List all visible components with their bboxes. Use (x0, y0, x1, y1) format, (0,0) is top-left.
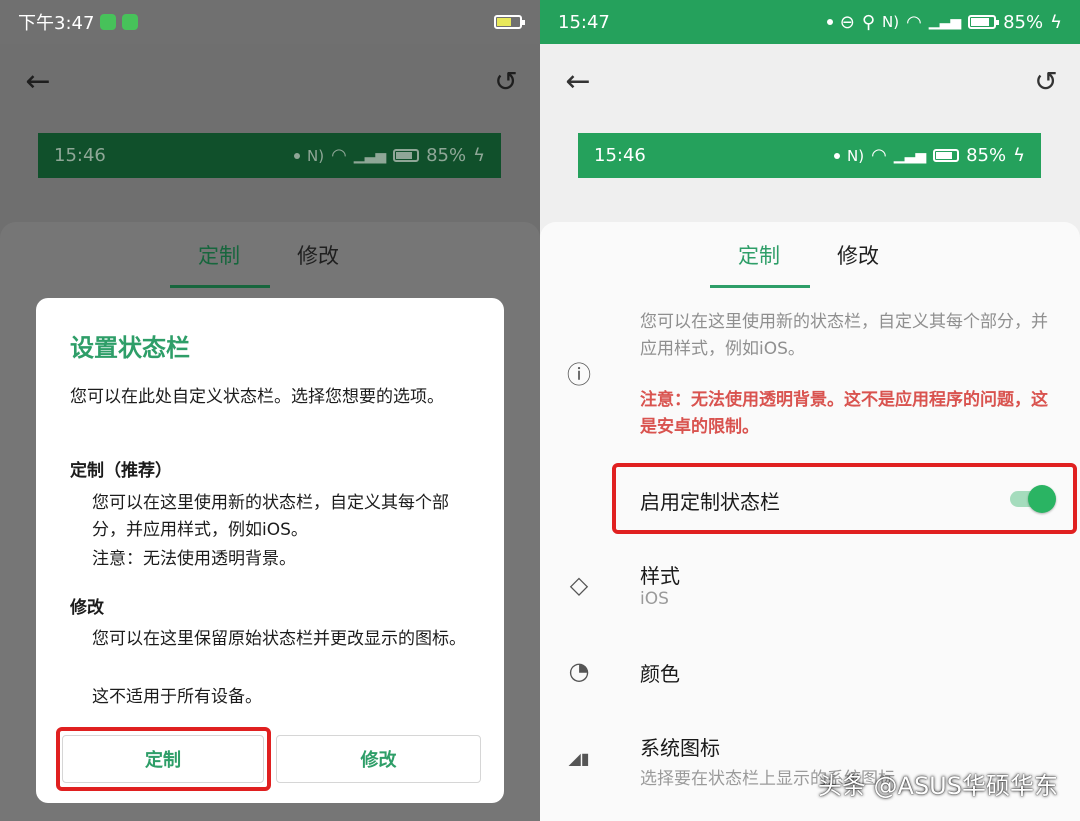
tab-indicator (710, 285, 810, 288)
custom-heading: 定制（推荐） (70, 461, 172, 481)
system-icons-icon: ◢▮ (568, 749, 590, 768)
battery-percent: 85% (1003, 11, 1044, 33)
modify-note: 这不适用于所有设备。 (92, 687, 262, 707)
highlight-box (56, 727, 271, 791)
dot-icon (294, 152, 300, 159)
right-screenshot: 15:47 ⊖ ⚲ N) ◠ ▁▃▅ 85% ϟ ← ↺ 15:46 N) ◠ … (540, 0, 1080, 821)
status-bar-preview: 15:46 N) ◠ ▁▃▅ 85% ϟ (38, 133, 501, 178)
style-label[interactable]: 样式 (640, 560, 680, 589)
info-icon: ⓘ (567, 361, 591, 389)
modify-heading: 修改 (70, 598, 104, 618)
reset-icon[interactable]: ↺ (1028, 64, 1064, 100)
tab-modify[interactable]: 修改 (297, 240, 339, 270)
status-time: 下午3:47 (18, 13, 95, 34)
signal-icon: ▁▃▅ (353, 147, 387, 164)
tab-modify[interactable]: 修改 (837, 240, 879, 270)
notification-icon (122, 14, 139, 30)
charging-icon: ϟ (1013, 145, 1025, 166)
modify-description: 您可以在这里保留原始状态栏并更改显示的图标。 (92, 629, 466, 649)
wifi-icon: ◠ (871, 145, 887, 166)
nfc-icon: N) (847, 146, 865, 165)
status-bar-preview: 15:46 N) ◠ ▁▃▅ 85% ϟ (578, 133, 1041, 178)
dialog-intro: 您可以在此处自定义状态栏。选择您想要的选项。 (70, 387, 444, 407)
modify-button[interactable]: 修改 (276, 735, 481, 783)
system-icons-label[interactable]: 系统图标 (640, 732, 720, 761)
battery-icon (968, 15, 1000, 29)
wifi-icon: ◠ (906, 11, 922, 33)
style-icon: ◇ (569, 571, 589, 599)
color-label[interactable]: 颜色 (640, 658, 680, 687)
info-text: 您可以在这里使用新的状态栏，自定义其每个部分，并应用样式，例如iOS。 (640, 312, 1048, 359)
left-screenshot: 下午3:47 ← ↺ 15:46 N) ◠ ▁▃▅ 85% ϟ 定制 修改 设置… (0, 0, 540, 821)
battery-icon (494, 15, 525, 29)
tab-indicator (170, 285, 270, 288)
signal-icon: ▁▃▅ (928, 14, 962, 30)
dot-icon (834, 152, 840, 159)
tab-bar: 定制 修改 (540, 222, 1080, 288)
highlight-box (612, 463, 1077, 534)
status-time: 15:47 (558, 11, 610, 33)
preview-time: 15:46 (54, 145, 106, 166)
battery-icon (393, 149, 420, 162)
wifi-icon: ◠ (331, 145, 347, 166)
custom-note: 注意：无法使用透明背景。 (92, 549, 296, 569)
tab-custom[interactable]: 定制 (198, 240, 240, 270)
palette-icon: ◔ (568, 657, 590, 685)
battery-percent: 85% (426, 145, 467, 166)
nfc-icon: N) (307, 146, 325, 165)
dnd-icon: ⊖ (839, 11, 855, 33)
nfc-icon: N) (882, 13, 900, 31)
back-arrow-icon[interactable]: ← (560, 64, 596, 100)
charging-icon: ϟ (473, 145, 485, 166)
watermark: 头条 @ASUS华硕华东 (817, 772, 1058, 800)
back-arrow-icon[interactable]: ← (20, 64, 56, 100)
status-bar: 15:47 ⊖ ⚲ N) ◠ ▁▃▅ 85% ϟ (540, 0, 1080, 44)
warning-text: 注意：无法使用透明背景。这不是应用程序的问题，这是安卓的限制。 (640, 390, 1048, 437)
reset-icon[interactable]: ↺ (488, 64, 524, 100)
battery-percent: 85% (966, 145, 1007, 166)
charging-icon: ϟ (1050, 11, 1062, 33)
dialog-title: 设置状态栏 (70, 334, 190, 362)
dot-icon (826, 19, 833, 25)
location-icon: ⚲ (861, 11, 875, 33)
custom-description: 您可以在这里使用新的状态栏，自定义其每个部分，并应用样式，例如iOS。 (92, 493, 449, 540)
tab-bar: 定制 修改 (0, 222, 540, 288)
signal-icon: ▁▃▅ (893, 147, 927, 164)
preview-time: 15:46 (594, 145, 646, 166)
tab-custom[interactable]: 定制 (738, 240, 780, 270)
notification-icon (100, 14, 117, 30)
style-value: iOS (640, 589, 669, 609)
battery-icon (933, 149, 960, 162)
status-bar: 下午3:47 (0, 0, 540, 44)
